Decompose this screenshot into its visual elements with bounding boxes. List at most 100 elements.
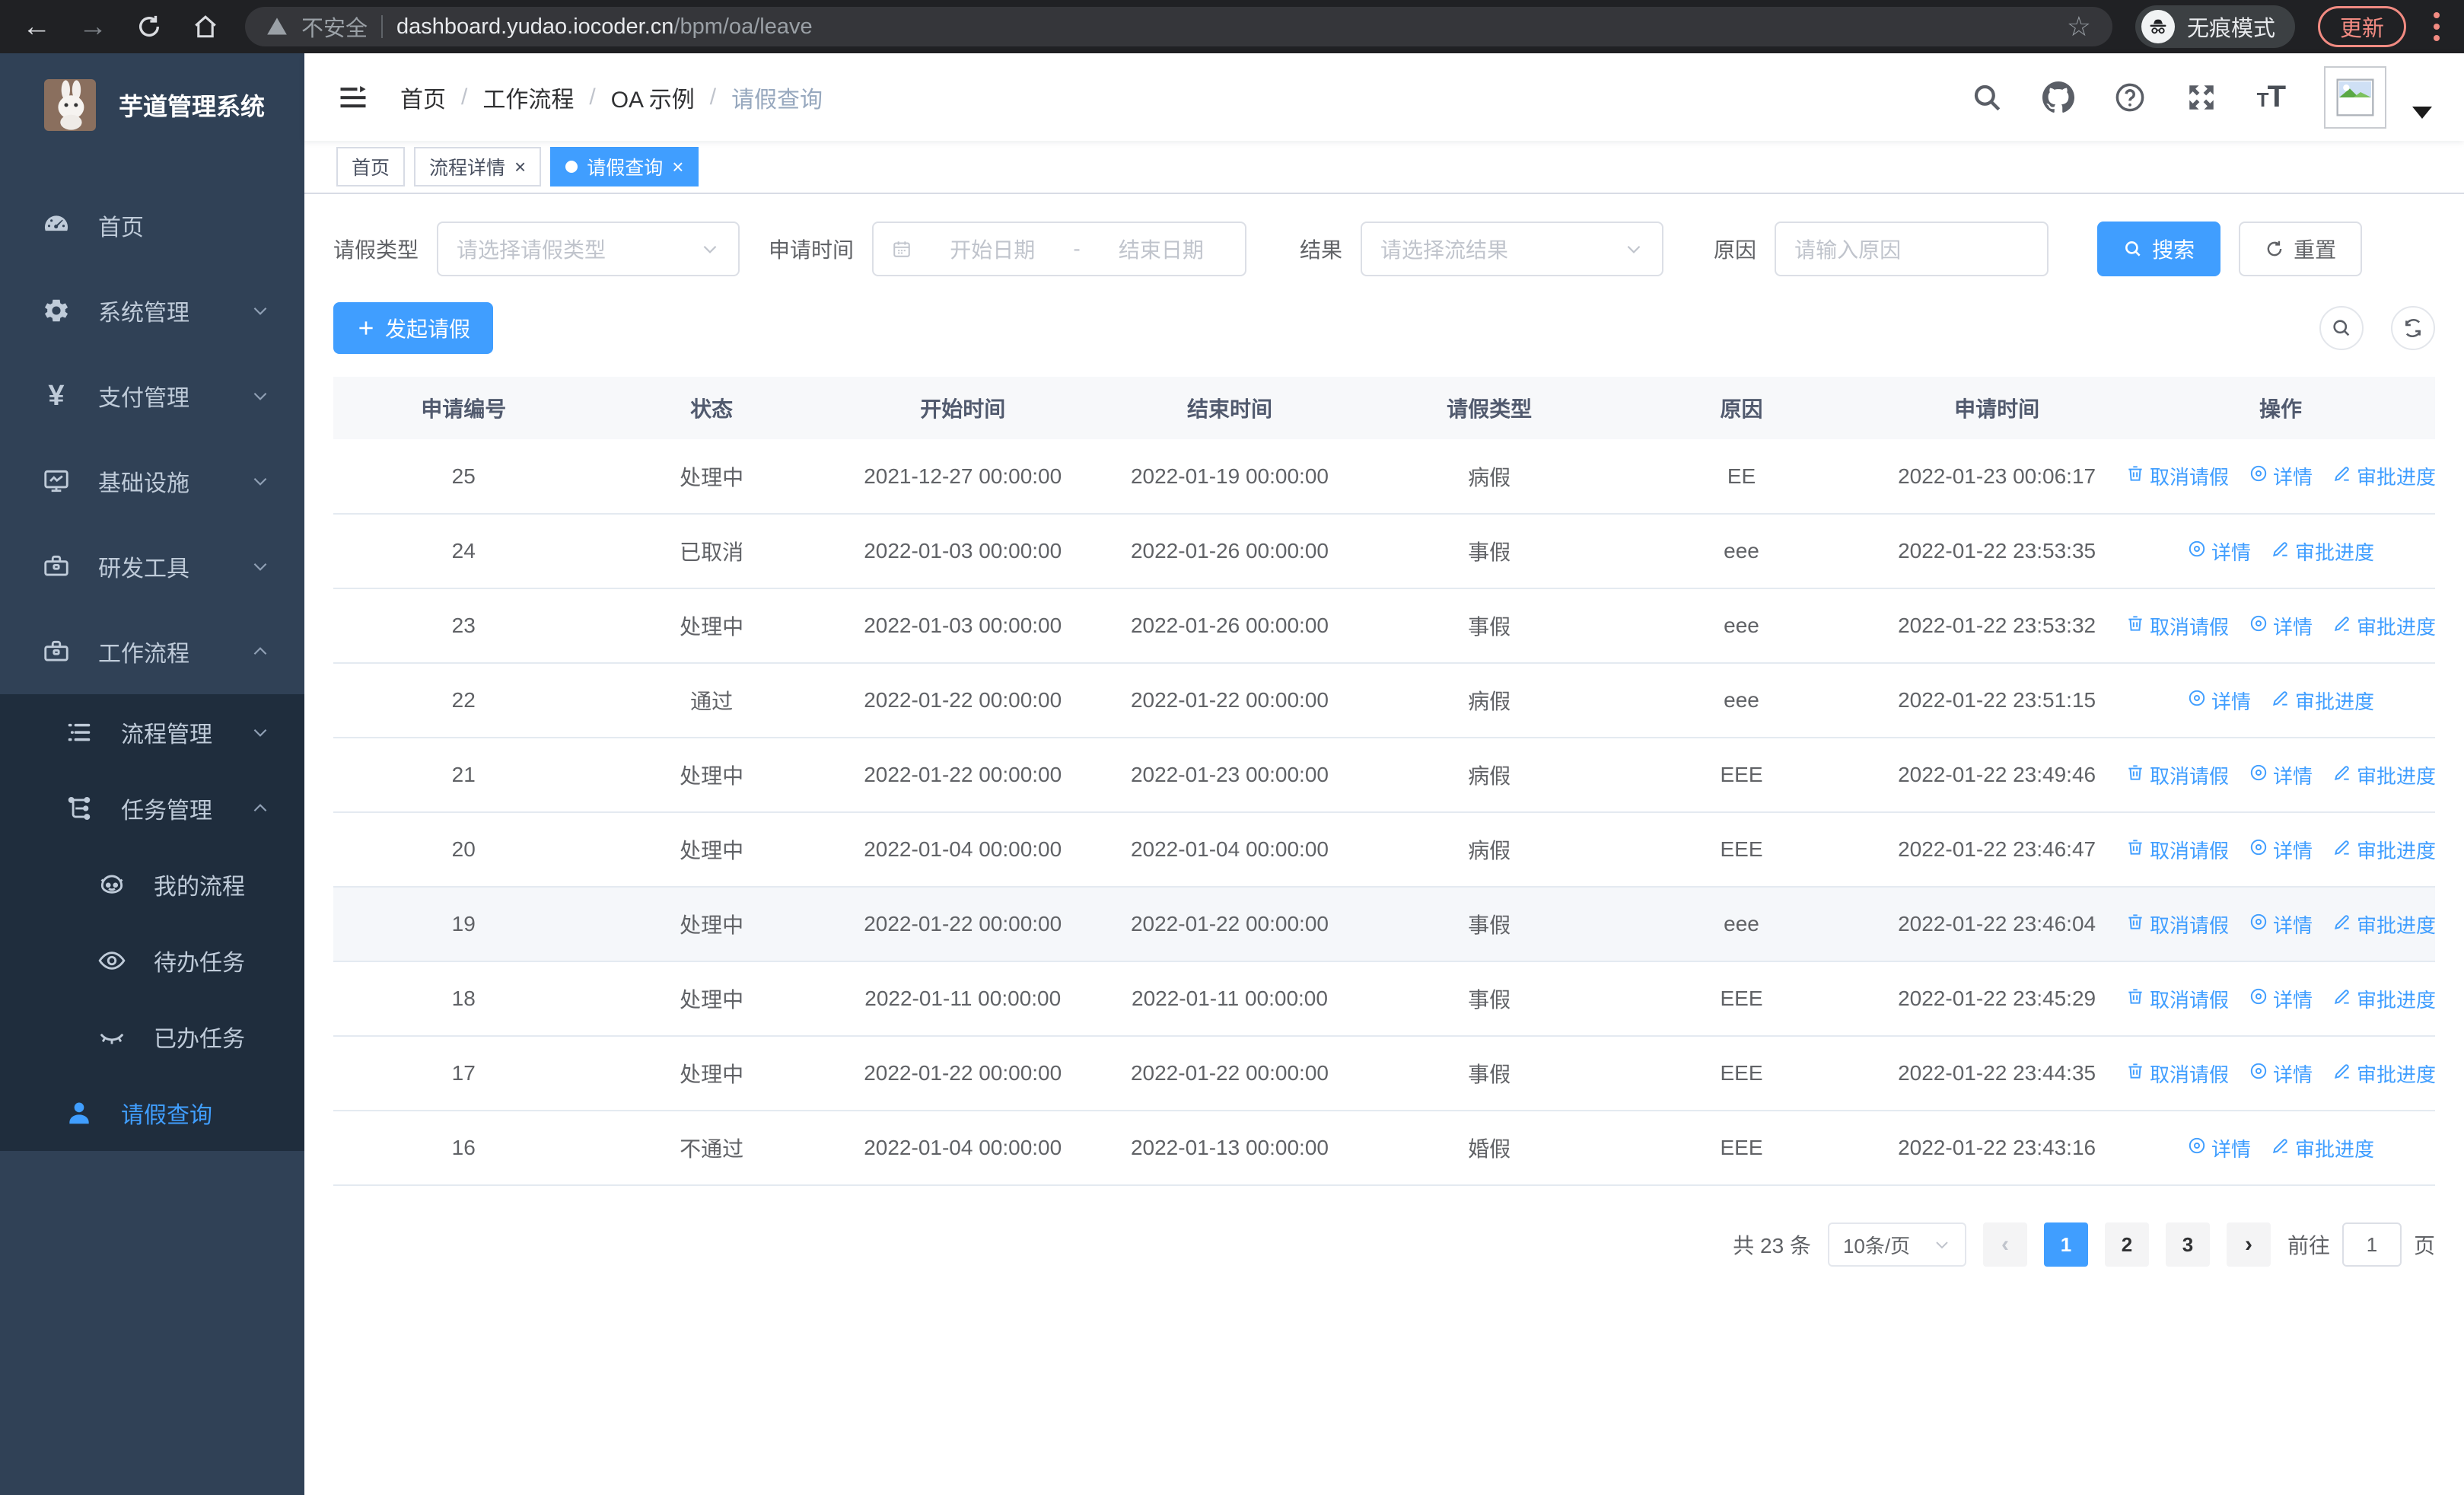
progress-action-link[interactable]: 审批进度 (2332, 761, 2436, 789)
view-icon (2187, 688, 2207, 713)
refresh-table-button[interactable] (2391, 306, 2435, 350)
close-tab-icon[interactable]: × (514, 157, 526, 177)
tag-tab-请假查询[interactable]: 请假查询 × (550, 147, 699, 186)
cancel-action-link[interactable]: 取消请假 (2125, 985, 2229, 1013)
goto-page-input[interactable] (2341, 1222, 2402, 1267)
progress-action-link[interactable]: 审批进度 (2332, 462, 2436, 490)
cancel-action-link[interactable]: 取消请假 (2125, 462, 2229, 490)
sidebar-item-system[interactable]: 系统管理 (0, 268, 304, 353)
update-button[interactable]: 更新 (2317, 6, 2406, 47)
detail-action-link[interactable]: 详情 (2249, 985, 2313, 1013)
tag-tab-流程详情[interactable]: 流程详情 × (414, 147, 542, 186)
detail-action-link[interactable]: 详情 (2187, 687, 2251, 715)
sidebar-item-workflow[interactable]: 工作流程 (0, 609, 304, 694)
cell-actions: 详情 审批进度 (2125, 514, 2435, 589)
sidebar-item-leave-query[interactable]: 请假查询 (0, 1075, 304, 1151)
show-search-toggle-button[interactable] (2319, 306, 2364, 350)
cell-apply_time: 2022-01-22 23:46:04 (1867, 887, 2126, 962)
reason-input[interactable]: 请输入原因 (1775, 222, 2049, 276)
detail-action-link[interactable]: 详情 (2249, 910, 2313, 939)
cancel-action-link[interactable]: 取消请假 (2125, 1060, 2229, 1088)
goto-label: 前往 (2287, 1234, 2330, 1258)
address-bar[interactable]: 不安全 dashboard.yudao.iocoder.cn/bpm/oa/le… (245, 7, 2112, 46)
leave-type-label: 请假类型 (333, 238, 419, 262)
sidebar-item-done-task[interactable]: 已办任务 (0, 999, 304, 1075)
page-button-2[interactable]: 2 (2104, 1222, 2149, 1267)
apply-time-range-picker[interactable]: 开始日期 - 结束日期 (872, 222, 1247, 276)
sidebar-item-home[interactable]: 首页 (0, 183, 304, 268)
sidebar-item-my-process[interactable]: 我的流程 (0, 846, 304, 923)
progress-action-link[interactable]: 审批进度 (2332, 985, 2436, 1013)
detail-action-link[interactable]: 详情 (2249, 836, 2313, 864)
cancel-action-link[interactable]: 取消请假 (2125, 612, 2229, 640)
breadcrumb-item[interactable]: 首页 (400, 81, 446, 114)
page-button-1[interactable]: 1 (2043, 1222, 2088, 1267)
breadcrumb-item[interactable]: OA 示例 (611, 81, 695, 114)
prev-page-button[interactable]: ‹ (1982, 1222, 2027, 1267)
sidebar-item-task-mgmt[interactable]: 任务管理 (0, 770, 304, 846)
table-toolbar: 发起请假 (333, 302, 2435, 354)
progress-action-link[interactable]: 审批进度 (2271, 687, 2374, 715)
eye-icon (97, 946, 126, 975)
progress-action-link[interactable]: 审批进度 (2271, 537, 2374, 566)
sidebar-item-process-mgmt[interactable]: 流程管理 (0, 694, 304, 770)
close-tab-icon[interactable]: × (672, 157, 683, 177)
sidebar-item-todo-task[interactable]: 待办任务 (0, 923, 304, 999)
detail-action-link[interactable]: 详情 (2249, 1060, 2313, 1088)
cell-type: 事假 (1363, 514, 1616, 589)
cell-apply_time: 2022-01-22 23:45:29 (1867, 961, 2126, 1037)
fullscreen-icon[interactable] (2185, 81, 2217, 113)
avatar-dropdown-caret[interactable] (2412, 106, 2432, 119)
create-leave-button[interactable]: 发起请假 (333, 302, 494, 354)
cancel-action-link[interactable]: 取消请假 (2125, 910, 2229, 939)
reset-button[interactable]: 重置 (2239, 222, 2363, 276)
progress-action-link[interactable]: 审批进度 (2271, 1134, 2374, 1162)
sidebar-item-infra[interactable]: 基础设施 (0, 438, 304, 524)
progress-action-link[interactable]: 审批进度 (2332, 612, 2436, 640)
progress-action-link[interactable]: 审批进度 (2332, 910, 2436, 939)
app-title: 芋道管理系统 (119, 92, 266, 120)
chevron-icon (250, 386, 270, 406)
progress-action-link[interactable]: 审批进度 (2332, 836, 2436, 864)
view-icon (2187, 1136, 2207, 1161)
cell-id: 20 (333, 812, 594, 888)
browser-reload-icon[interactable] (132, 14, 166, 40)
detail-action-link[interactable]: 详情 (2249, 612, 2313, 640)
browser-back-icon[interactable]: ← (20, 12, 53, 41)
detail-action-link[interactable]: 详情 (2249, 462, 2313, 490)
collapse-sidebar-icon[interactable] (336, 81, 370, 114)
search-icon[interactable] (1971, 81, 2003, 113)
cancel-action-link[interactable]: 取消请假 (2125, 836, 2229, 864)
browser-home-icon[interactable] (189, 14, 222, 40)
user-avatar[interactable] (2324, 65, 2386, 129)
detail-action-link[interactable]: 详情 (2187, 537, 2251, 566)
leave-type-select[interactable]: 请选择请假类型 (437, 222, 740, 276)
bookmark-star-icon[interactable]: ☆ (2067, 11, 2091, 43)
browser-menu-icon[interactable] (2429, 12, 2444, 41)
next-page-button[interactable]: › (2226, 1222, 2271, 1267)
help-icon[interactable] (2114, 81, 2146, 113)
page-button-3[interactable]: 3 (2165, 1222, 2210, 1267)
browser-forward-icon[interactable]: → (76, 12, 110, 41)
cell-type: 病假 (1363, 738, 1616, 813)
sidebar-item-payment[interactable]: ¥ 支付管理 (0, 353, 304, 438)
page-size-select[interactable]: 10条/页 (1827, 1222, 1966, 1267)
font-size-icon[interactable]: TT (2257, 80, 2286, 114)
result-select[interactable]: 请选择流结果 (1361, 222, 1664, 276)
tag-tab-首页[interactable]: 首页 (336, 147, 406, 186)
progress-action-link[interactable]: 审批进度 (2332, 1060, 2436, 1088)
breadcrumb-item[interactable]: 工作流程 (482, 81, 574, 114)
cancel-action-link[interactable]: 取消请假 (2125, 761, 2229, 789)
chevron-down-icon (700, 239, 720, 259)
cell-reason: EEE (1615, 738, 1868, 813)
sidebar-item-devtools[interactable]: 研发工具 (0, 524, 304, 609)
view-icon (2187, 539, 2207, 564)
cell-end: 2022-01-22 00:00:00 (1096, 1036, 1364, 1111)
table-row: 22 通过 2022-01-22 00:00:00 2022-01-22 00:00:… (333, 663, 2435, 738)
github-icon[interactable] (2042, 81, 2074, 113)
sidebar: 芋道管理系统 首页 系统管理 ¥ 支付管理 基础设施 研发工具 工作流程 流程管… (0, 53, 304, 1495)
chevron-icon (250, 799, 270, 818)
detail-action-link[interactable]: 详情 (2187, 1134, 2251, 1162)
search-button[interactable]: 搜索 (2097, 222, 2221, 276)
detail-action-link[interactable]: 详情 (2249, 761, 2313, 789)
